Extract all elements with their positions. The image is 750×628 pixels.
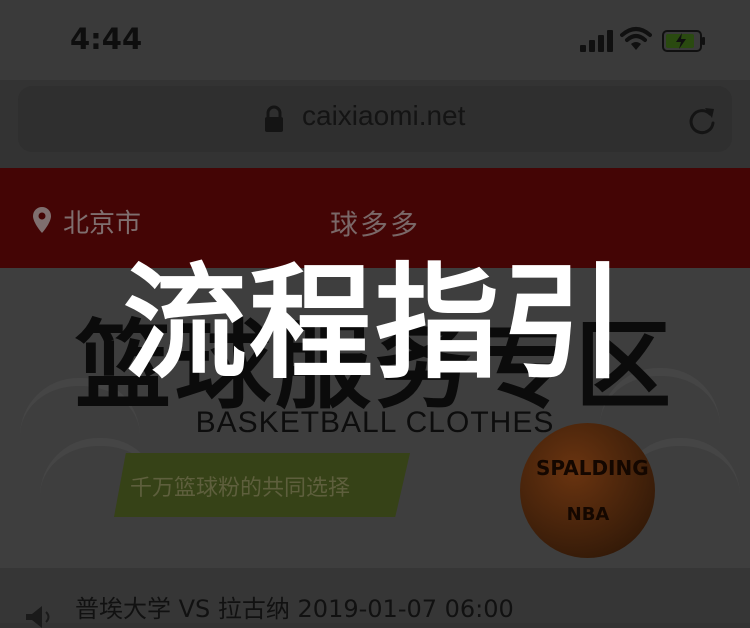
status-time: 4:44 xyxy=(70,22,143,56)
match-info: 普埃大学 VS 拉古纳 2019-01-07 06:00 xyxy=(75,595,514,623)
ribbon-text: 千万篮球粉的共同选择 xyxy=(130,476,351,501)
speaker-icon xyxy=(26,606,50,628)
ball-brand-text: SPALDING xyxy=(536,456,649,480)
signal-icon xyxy=(580,30,616,52)
banner-subtitle: BASKETBALL CLOTHES xyxy=(195,406,555,439)
lock-icon xyxy=(265,105,283,132)
app-title: 球多多 xyxy=(329,208,420,241)
battery-icon xyxy=(662,30,705,52)
reload-icon[interactable] xyxy=(686,104,718,138)
wifi-icon xyxy=(620,27,652,50)
guide-title: 流程指引 xyxy=(122,252,627,396)
ball-league-text: NBA xyxy=(566,504,610,525)
basketball-image xyxy=(520,423,655,558)
url-text: caixiaomi.net xyxy=(302,100,466,131)
